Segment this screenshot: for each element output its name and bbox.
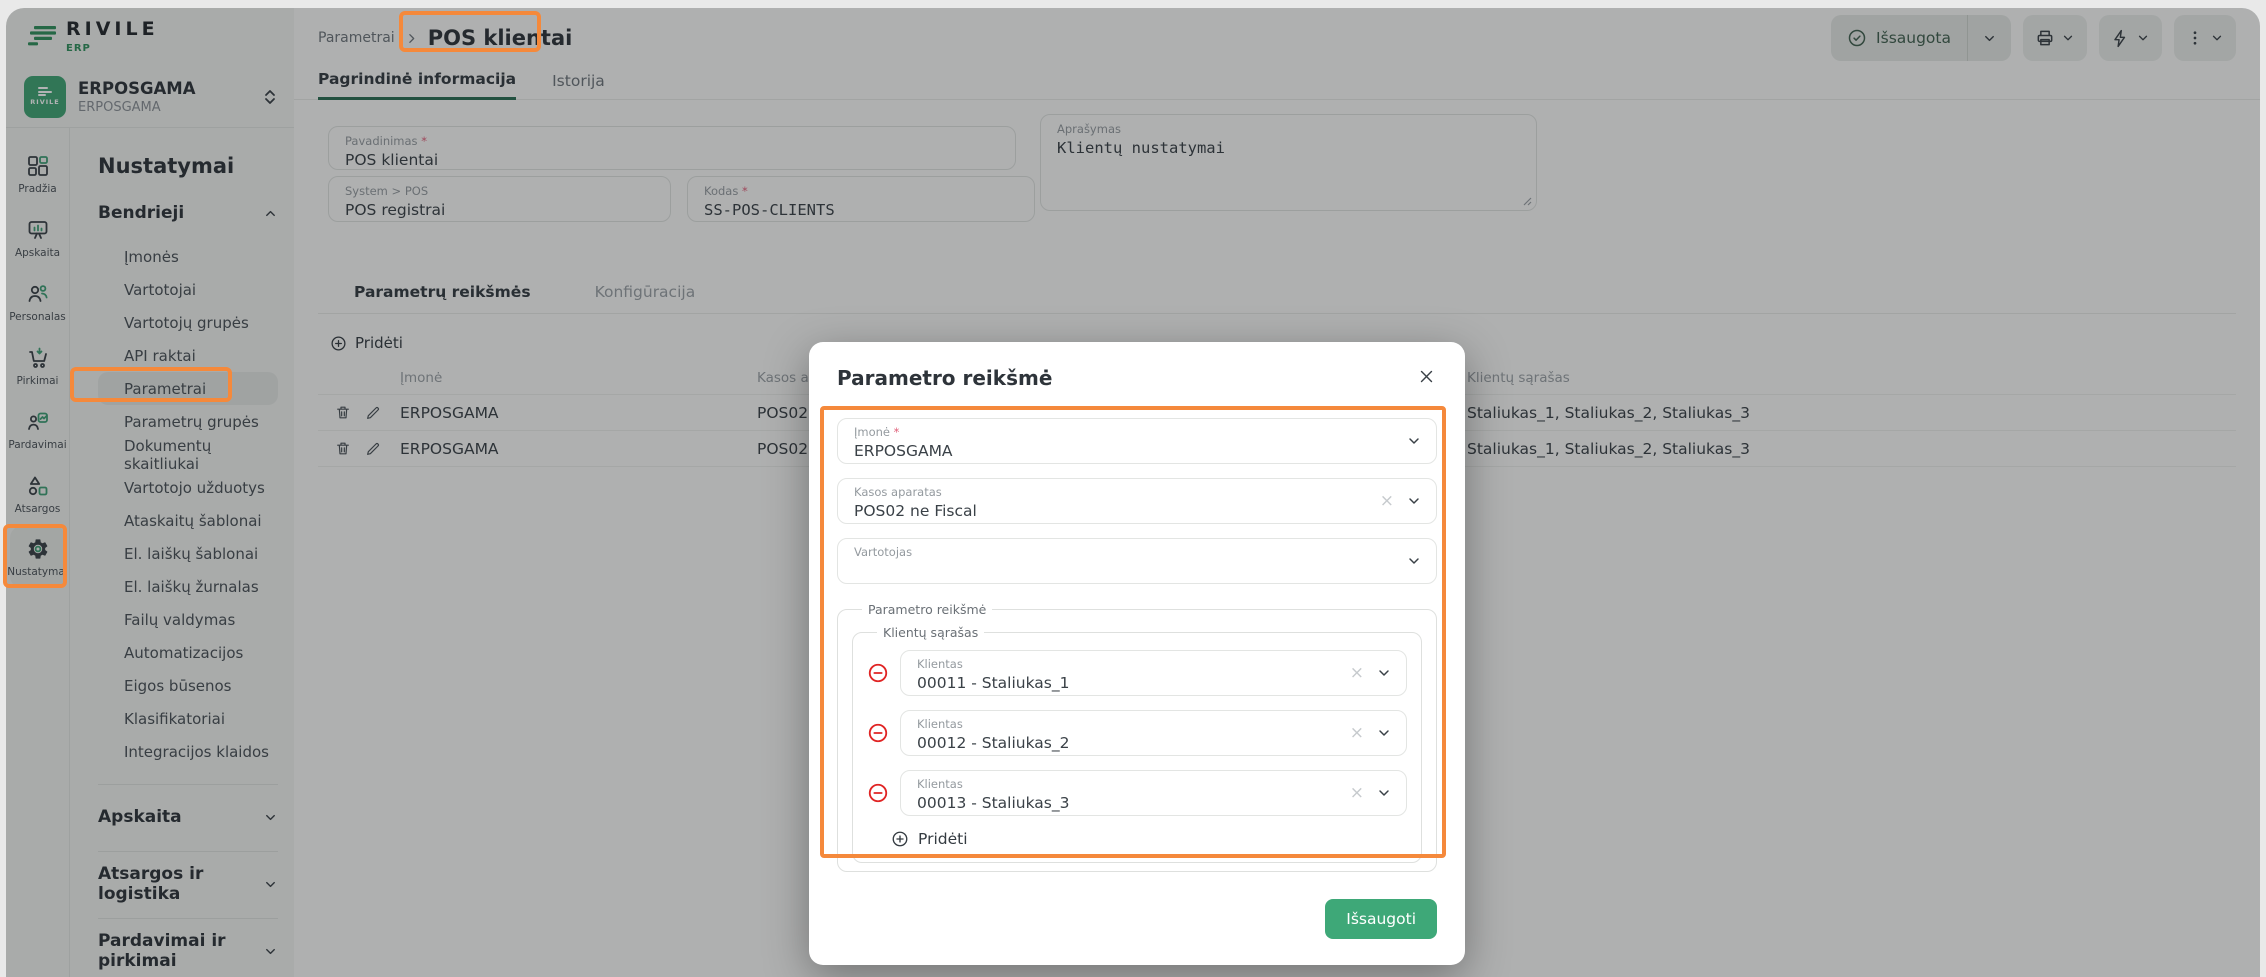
clear-icon[interactable]: × [1350, 785, 1364, 802]
vartotojas-select[interactable]: Vartotojas [837, 538, 1437, 584]
klientas-select[interactable]: Klientas 00013 - Staliukas_3 × [900, 770, 1407, 816]
chevron-down-icon[interactable] [1406, 433, 1422, 449]
clear-icon[interactable]: × [1350, 665, 1364, 682]
client-row: Klientas 00011 - Staliukas_1 × [867, 650, 1407, 696]
list-legend: Klientų sąrašas [877, 625, 984, 640]
chevron-down-icon[interactable] [1376, 785, 1392, 801]
chevron-down-icon[interactable] [1406, 553, 1422, 569]
chevron-down-icon[interactable] [1376, 725, 1392, 741]
modal-title: Parametro reikšmė [837, 366, 1052, 390]
save-button[interactable]: Išsaugoti [1325, 899, 1437, 939]
parameter-value-modal: Parametro reikšmė Įmonė * ERPOSGAMA Kaso… [809, 342, 1465, 965]
parameter-value-group: Parametro reikšmė Klientų sąrašas Klient… [837, 602, 1437, 872]
imone-value: ERPOSGAMA [854, 442, 1420, 460]
client-row: Klientas 00012 - Staliukas_2 × [867, 710, 1407, 756]
close-icon[interactable] [1416, 366, 1437, 387]
clear-icon[interactable]: × [1380, 493, 1394, 510]
kasos-aparatas-select[interactable]: Kasos aparatas POS02 ne Fiscal × [837, 478, 1437, 524]
clear-icon[interactable]: × [1350, 725, 1364, 742]
group-legend: Parametro reikšmė [862, 602, 992, 617]
add-client-button[interactable]: Pridėti [891, 830, 1407, 848]
chevron-down-icon[interactable] [1376, 665, 1392, 681]
klientas-select[interactable]: Klientas 00011 - Staliukas_1 × [900, 650, 1407, 696]
remove-client-icon[interactable] [867, 782, 889, 804]
klientas-select[interactable]: Klientas 00012 - Staliukas_2 × [900, 710, 1407, 756]
plus-circle-icon [891, 830, 909, 848]
chevron-down-icon[interactable] [1406, 493, 1422, 509]
klientas-value: 00012 - Staliukas_2 [917, 734, 1390, 752]
klientas-value: 00011 - Staliukas_1 [917, 674, 1390, 692]
clients-list-group: Klientų sąrašas Klientas 00011 - Staliuk… [852, 625, 1422, 863]
remove-client-icon[interactable] [867, 662, 889, 684]
imone-select[interactable]: Įmonė * ERPOSGAMA [837, 418, 1437, 464]
remove-client-icon[interactable] [867, 722, 889, 744]
klientas-value: 00013 - Staliukas_3 [917, 794, 1390, 812]
modal-form: Įmonė * ERPOSGAMA Kasos aparatas POS02 n… [837, 418, 1437, 584]
kasos-aparatas-value: POS02 ne Fiscal [854, 502, 1420, 520]
client-row: Klientas 00013 - Staliukas_3 × [867, 770, 1407, 816]
